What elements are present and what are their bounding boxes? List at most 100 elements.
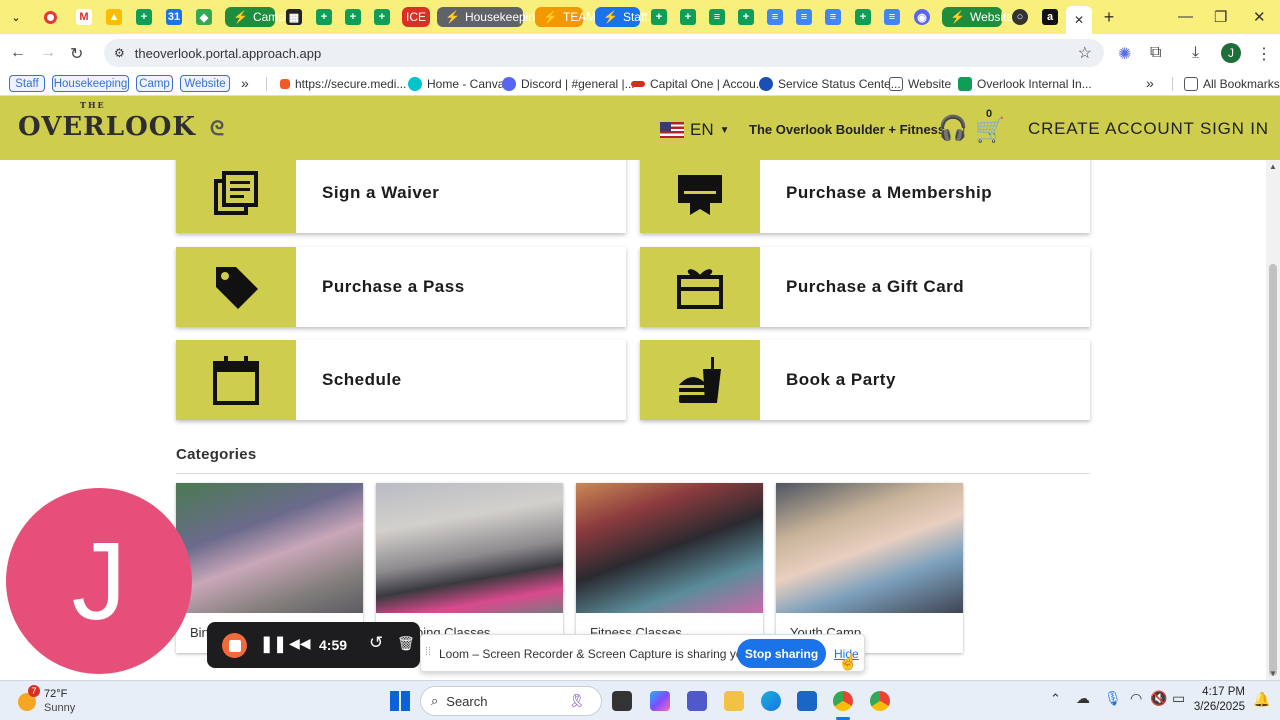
stop-sharing-button[interactable]: Stop sharing: [737, 639, 826, 668]
bookmark-folder-website-2[interactable]: Website: [889, 77, 951, 91]
chrome-icon[interactable]: [833, 691, 853, 711]
window-close-button[interactable]: ✕: [1253, 8, 1266, 26]
bookmark-folder-housekeeping[interactable]: Housekeeping: [52, 75, 129, 92]
store-icon[interactable]: [797, 691, 817, 711]
tab-maps[interactable]: ◆: [194, 6, 214, 28]
location-selector[interactable]: The Overlook Boulder + Fitness: [749, 122, 945, 137]
wifi-icon[interactable]: ◠: [1130, 690, 1142, 707]
tab-search-button[interactable]: ⌄: [6, 6, 26, 28]
clock-time[interactable]: 4:17 PM: [1197, 686, 1245, 698]
tab-group-website[interactable]: ⚡ Website: [942, 7, 1013, 27]
tab-sheets[interactable]: +: [314, 6, 334, 28]
overlook-logo[interactable]: THE OVERLOOK ᘓ: [18, 100, 225, 142]
tab-sheets[interactable]: +: [372, 6, 392, 28]
tab-docs[interactable]: ≡: [882, 6, 902, 28]
sign-in-link[interactable]: SIGN IN: [1200, 119, 1269, 139]
chevron-up-icon[interactable]: ⌃: [1050, 691, 1061, 707]
drag-handle-icon[interactable]: ⁞⁞: [425, 646, 431, 658]
tab-docs[interactable]: ≡: [823, 6, 843, 28]
clock-date[interactable]: 3/26/2025: [1188, 701, 1245, 713]
tab-drive[interactable]: ▲: [104, 6, 124, 28]
close-icon[interactable]: ✕: [1074, 13, 1084, 27]
tab-group-staff[interactable]: ⚡ Staff: [595, 7, 647, 27]
battery-icon[interactable]: ▭: [1172, 690, 1185, 707]
card-purchase-gift-card[interactable]: Purchase a Gift Card: [640, 247, 1090, 327]
tab-sheets[interactable]: +: [736, 6, 756, 28]
tab-sheets[interactable]: +: [678, 6, 698, 28]
bookmark-folder-camp[interactable]: Camp: [136, 75, 173, 92]
file-explorer-icon[interactable]: [724, 691, 744, 711]
bookmarks-overflow-button[interactable]: »: [241, 75, 249, 91]
card-purchase-membership[interactable]: Purchase a Membership: [640, 160, 1090, 233]
tab-favicon[interactable]: [40, 6, 60, 28]
bookmarks-overflow-right[interactable]: »: [1146, 75, 1154, 91]
windows-start-icon[interactable]: [390, 691, 410, 711]
tab-sheets[interactable]: +: [134, 6, 154, 28]
microphone-icon[interactable]: 🎙: [1104, 690, 1122, 707]
restart-icon[interactable]: ↺: [369, 633, 383, 653]
language-selector[interactable]: EN ▼: [660, 120, 730, 140]
back-arrow-icon[interactable]: ←: [10, 44, 26, 62]
tab-sheets[interactable]: +: [343, 6, 363, 28]
onedrive-icon[interactable]: ☁: [1076, 690, 1090, 707]
headset-icon[interactable]: 🎧: [938, 114, 968, 143]
card-sign-waiver[interactable]: Sign a Waiver: [176, 160, 626, 233]
category-card-youth-camp[interactable]: Youth Camp: [776, 483, 963, 653]
active-tab[interactable]: ✕: [1066, 6, 1092, 34]
rewind-icon[interactable]: ◀◀: [289, 635, 311, 652]
menu-kebab-icon[interactable]: ⋮: [1256, 44, 1272, 64]
tab-calendar[interactable]: 31: [164, 6, 184, 28]
tab-amazon[interactable]: a: [1040, 6, 1060, 28]
site-info-icon[interactable]: ⚙: [114, 46, 125, 60]
stop-recording-button[interactable]: [222, 633, 247, 658]
chrome-profile-icon[interactable]: [870, 691, 890, 711]
card-book-party[interactable]: Book a Party: [640, 340, 1090, 420]
tab-sheets[interactable]: +: [649, 6, 669, 28]
task-view-icon[interactable]: [612, 691, 632, 711]
minimize-button[interactable]: —: [1178, 8, 1193, 25]
bookmark-canva[interactable]: Home - Canva: [408, 77, 504, 91]
new-tab-button[interactable]: +: [1098, 6, 1120, 28]
bookmark-secure-medi[interactable]: https://secure.medi...: [280, 77, 406, 91]
bookmark-folder-website[interactable]: Website: [180, 75, 230, 92]
bookmark-folder-staff[interactable]: Staff: [9, 75, 45, 92]
tab-sheets[interactable]: +: [853, 6, 873, 28]
volume-muted-icon[interactable]: 🔇: [1150, 690, 1167, 707]
address-bar[interactable]: ⚙ theoverlook.portal.approach.app ☆: [104, 39, 1104, 67]
tab-favicon[interactable]: ▦: [284, 6, 304, 28]
bookmark-overlook-internal[interactable]: Overlook Internal In...: [958, 77, 1092, 91]
scrollbar-thumb[interactable]: [1269, 264, 1277, 676]
tab-group-ice[interactable]: ICE: [402, 7, 430, 27]
tab-group-camp[interactable]: ⚡ Camp: [225, 7, 285, 27]
edge-icon[interactable]: [761, 691, 781, 711]
scroll-down-icon[interactable]: ▼: [1269, 669, 1277, 678]
trash-icon[interactable]: 🗑: [397, 635, 415, 652]
star-icon[interactable]: ☆: [1078, 43, 1092, 63]
tab-discord[interactable]: ◉: [912, 6, 932, 28]
tab-gmail[interactable]: M: [74, 6, 94, 28]
tab-group-team[interactable]: ⚡ TEAM: [535, 7, 596, 27]
extension-icon[interactable]: ✺: [1118, 44, 1131, 64]
tab-docs[interactable]: ≡: [765, 6, 785, 28]
tab-favicon[interactable]: ○: [1010, 6, 1030, 28]
reload-icon[interactable]: ↻: [70, 44, 83, 64]
card-schedule[interactable]: Schedule: [176, 340, 626, 420]
page-scrollbar[interactable]: ▲ ▼: [1266, 160, 1280, 680]
notification-bell-icon[interactable]: 🔔: [1253, 691, 1270, 708]
download-icon[interactable]: ⤓: [1192, 44, 1199, 62]
scroll-up-icon[interactable]: ▲: [1269, 162, 1277, 171]
loom-camera-bubble[interactable]: J: [6, 488, 192, 674]
create-account-link[interactable]: CREATE ACCOUNT: [1028, 119, 1195, 139]
puzzle-icon[interactable]: ⧉: [1150, 44, 1161, 62]
bookmark-discord[interactable]: Discord | #general |...: [502, 77, 635, 91]
bookmark-capital-one[interactable]: Capital One | Accou...: [631, 77, 766, 91]
card-purchase-pass[interactable]: Purchase a Pass: [176, 247, 626, 327]
taskbar-search[interactable]: ⌕ Search 🎗: [420, 686, 602, 716]
tab-group-housekeeping[interactable]: ⚡ Housekeeping: [437, 7, 542, 27]
copilot-icon[interactable]: [650, 691, 670, 711]
profile-avatar[interactable]: J: [1221, 43, 1241, 63]
pause-icon[interactable]: ❚❚: [260, 634, 287, 654]
category-card-fitness-classes[interactable]: Fitness Classes: [576, 483, 763, 653]
forward-arrow-icon[interactable]: →: [40, 44, 56, 62]
all-bookmarks-button[interactable]: All Bookmarks: [1184, 77, 1280, 91]
